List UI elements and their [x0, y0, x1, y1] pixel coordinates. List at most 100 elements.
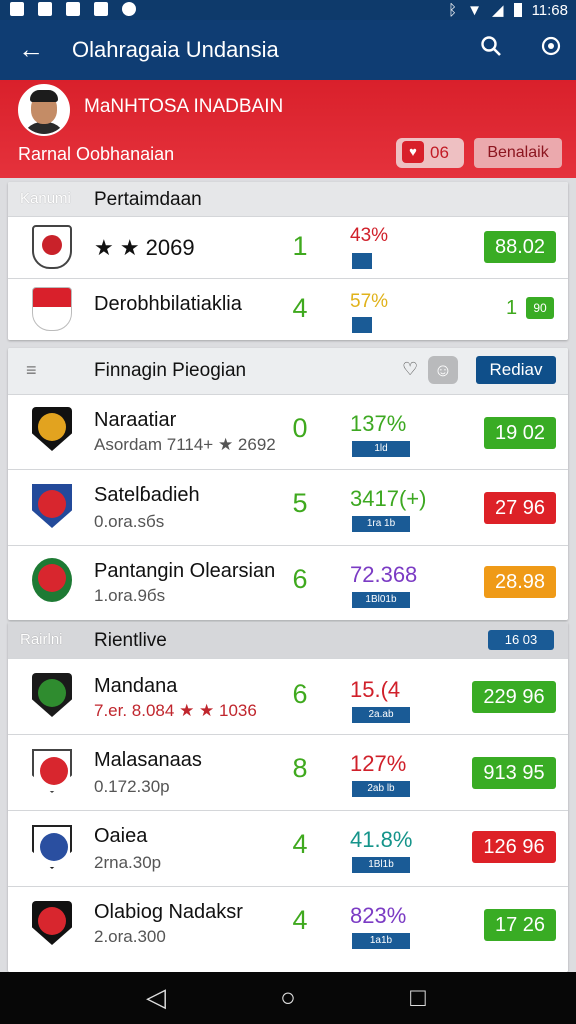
- section-title: Pertaimdaan: [94, 189, 202, 210]
- team-logo-icon: [32, 407, 72, 451]
- system-nav-bar: ◁ ○ □: [0, 972, 576, 1024]
- count-badge[interactable]: 16 03: [488, 630, 554, 650]
- section-title: Rientlive: [94, 630, 167, 651]
- section-header: Rairlni Rientlive 16 03: [8, 622, 568, 658]
- value-badge[interactable]: 28.98: [484, 566, 556, 598]
- percentage: 127%: [350, 751, 407, 776]
- avatar-shirt: [22, 122, 66, 134]
- battery-icon: [513, 3, 522, 17]
- notification-icon: [122, 2, 136, 16]
- arrow-left-icon[interactable]: ←: [18, 34, 44, 64]
- back-nav-icon[interactable]: ◁: [136, 982, 176, 1013]
- target-icon[interactable]: [536, 35, 566, 63]
- table-row[interactable]: Derobhbilatiaklia 4 57% 1 90: [8, 278, 568, 340]
- avatar-hair: [30, 90, 58, 102]
- percentage: 823%: [350, 903, 407, 928]
- percentage: 15.(4: [350, 677, 401, 702]
- score: 5: [292, 488, 308, 518]
- team-subtitle: Asordam 7114+ ★ 2692: [94, 435, 276, 454]
- value-number: 1: [506, 297, 518, 319]
- section-card-2: ≡ Finnagin Pieogian ♡ ☺ Rediav Naraatiar…: [8, 348, 568, 620]
- section-category: Rairlni: [20, 631, 63, 648]
- table-row[interactable]: Oaiea 2rna.30p 4 41.8% 1Bl1b 126 96: [8, 810, 568, 886]
- team-subtitle: 1.ora.9бs: [94, 586, 166, 605]
- search-icon[interactable]: [476, 35, 506, 63]
- section-category: Kanumi: [20, 190, 71, 207]
- app-bar: ← Olahragaia Undansia: [0, 20, 576, 80]
- score: 4: [292, 293, 308, 323]
- mini-bar: 1ra 1b: [352, 516, 410, 532]
- value-badge[interactable]: 229 96: [472, 681, 556, 713]
- score: 1: [292, 231, 308, 261]
- table-row[interactable]: ★ ★ 2069 1 43% 88.02: [8, 216, 568, 278]
- team-name: Olabiog Nadaksr: [94, 901, 243, 923]
- profile-name: MaNHTOSA INADBAIN: [84, 96, 284, 117]
- profile-subtitle: Rarnal Oobhanaian: [18, 144, 175, 164]
- mini-bar: [352, 317, 372, 333]
- team-subtitle: 2rna.30p: [94, 853, 162, 872]
- home-nav-icon[interactable]: ○: [268, 982, 308, 1013]
- team-subtitle: 0.ora.sбs: [94, 512, 165, 531]
- heart-outline-icon[interactable]: ♡: [402, 359, 418, 380]
- value-badge[interactable]: 88.02: [484, 231, 556, 263]
- value-badge[interactable]: 27 96: [484, 492, 556, 524]
- notification-icon: [94, 2, 108, 16]
- percentage: 41.8%: [350, 827, 413, 852]
- team-name: Derobhbilatiaklia: [94, 293, 242, 315]
- team-logo-icon: [32, 225, 72, 269]
- team-subtitle: 2.ora.300: [94, 927, 166, 946]
- percentage: 43%: [350, 225, 389, 246]
- score: 6: [292, 564, 308, 594]
- team-logo-icon: [32, 673, 72, 717]
- mini-bar: 1a1b: [352, 933, 410, 949]
- value-badge[interactable]: 19 02: [484, 417, 556, 449]
- table-row[interactable]: Pantangin Olearsian 1.ora.9бs 6 72.368 1…: [8, 545, 568, 620]
- notification-icon: [10, 2, 24, 16]
- mini-bar: [352, 253, 372, 269]
- value-badge[interactable]: 126 96: [472, 831, 556, 863]
- team-name: Naraatiar: [94, 409, 177, 431]
- page-title: Olahragaia Undansia: [72, 37, 279, 62]
- table-row[interactable]: Olabiog Nadaksr 2.ora.300 4 823% 1a1b 17…: [8, 886, 568, 972]
- team-logo-icon: [32, 749, 72, 793]
- percentage: 72.368: [350, 562, 418, 587]
- table-row[interactable]: Satelɓadieh 0.ora.sбs 5 3417(+) 1ra 1b 2…: [8, 469, 568, 545]
- team-name: Malasanaas: [94, 749, 202, 771]
- team-name: Satelɓadieh: [94, 484, 200, 506]
- team-name: ★ ★ 2069: [94, 235, 195, 260]
- value-badge[interactable]: 17 26: [484, 909, 556, 941]
- heart-icon: ♥: [402, 141, 424, 163]
- percentage: 137%: [350, 411, 407, 436]
- team-name: Mandana: [94, 675, 178, 697]
- notification-icon: [66, 2, 80, 16]
- team-subtitle: 0.172.30p: [94, 777, 170, 796]
- signal-icon: ◢: [492, 2, 504, 19]
- recents-nav-icon[interactable]: □: [398, 982, 438, 1013]
- table-row[interactable]: Malasanaas 0.172.30p 8 127% 2ab lb 913 9…: [8, 734, 568, 810]
- value-badge[interactable]: 913 95: [472, 757, 556, 789]
- percentage: 57%: [350, 291, 389, 312]
- status-bar: ᛒ ▼ ◢ 11:68: [0, 0, 576, 20]
- percentage: 3417(+): [350, 486, 427, 511]
- favorite-count: 06: [430, 143, 449, 162]
- menu-icon[interactable]: ≡: [26, 360, 37, 381]
- favorite-count-pill[interactable]: ♥ 06: [396, 138, 464, 168]
- mini-bar: 2a.ab: [352, 707, 410, 723]
- emoji-icon[interactable]: ☺: [428, 356, 458, 384]
- team-logo-icon: [32, 484, 72, 528]
- team-name: Pantangin Olearsian: [94, 560, 276, 582]
- team-logo-icon: [32, 825, 72, 869]
- table-row[interactable]: Mandana 7.er. 8.084 ★ ★ 1036 6 15.(4 2a.…: [8, 658, 568, 734]
- section-card-3: Rairlni Rientlive 16 03 Mandana 7.er. 8.…: [8, 622, 568, 972]
- table-row[interactable]: Naraatiar Asordam 7114+ ★ 2692 0 137% 1l…: [8, 394, 568, 469]
- mini-bar: 1Bl1b: [352, 857, 410, 873]
- avatar[interactable]: [18, 84, 70, 136]
- value-badge[interactable]: 90: [526, 297, 554, 319]
- section-header: Kanumi Pertaimdaan: [8, 182, 568, 216]
- detail-button[interactable]: Benalaik: [474, 138, 562, 168]
- section-card-1: Kanumi Pertaimdaan ★ ★ 2069 1 43% 88.02 …: [8, 182, 568, 340]
- review-button[interactable]: Rediav: [476, 356, 556, 384]
- score: 4: [292, 905, 308, 935]
- section-header: ≡ Finnagin Pieogian ♡ ☺ Rediav: [8, 348, 568, 394]
- score: 4: [292, 829, 308, 859]
